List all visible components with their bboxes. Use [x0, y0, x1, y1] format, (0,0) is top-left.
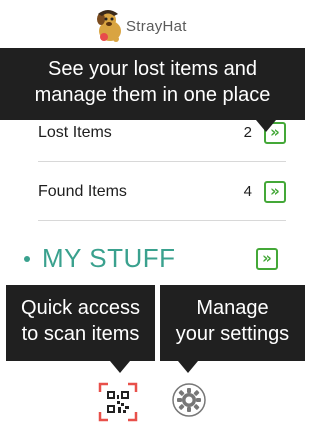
lost-items-label: Lost Items	[38, 123, 112, 141]
double-chevron-right-icon[interactable]: »	[264, 180, 286, 203]
qr-scan-icon[interactable]	[98, 382, 138, 422]
tooltip-line: Manage	[196, 297, 269, 319]
tooltip-line: your settings	[175, 323, 290, 345]
gear-icon[interactable]	[171, 382, 207, 418]
strayhat-logo: StrayHat	[92, 6, 187, 46]
app-header: StrayHat	[0, 0, 305, 48]
double-chevron-right-icon[interactable]: »	[256, 248, 278, 270]
tooltip-line: Quick access	[21, 297, 140, 319]
my-stuff-section[interactable]: MY STUFF »	[0, 234, 305, 282]
tooltip-scan: Quick access to scan items	[6, 285, 155, 373]
tooltip-line: to scan items	[21, 323, 140, 345]
list-item-found-items[interactable]: Found Items 4 »	[38, 163, 286, 221]
found-items-label: Found Items	[38, 182, 127, 200]
lost-items-count: 2	[243, 124, 252, 141]
tooltip-line: See your lost items and	[48, 58, 257, 80]
my-stuff-label: MY STUFF	[42, 243, 176, 273]
bullet-dot	[24, 256, 30, 262]
logo-text: StrayHat	[126, 17, 187, 35]
tooltip-settings: Manage your settings	[160, 285, 305, 373]
dog-icon	[97, 10, 121, 42]
found-items-count: 4	[243, 183, 252, 200]
tooltip-line: manage them in one place	[34, 84, 271, 106]
tooltip-lost-items: See your lost items and manage them in o…	[0, 48, 305, 132]
